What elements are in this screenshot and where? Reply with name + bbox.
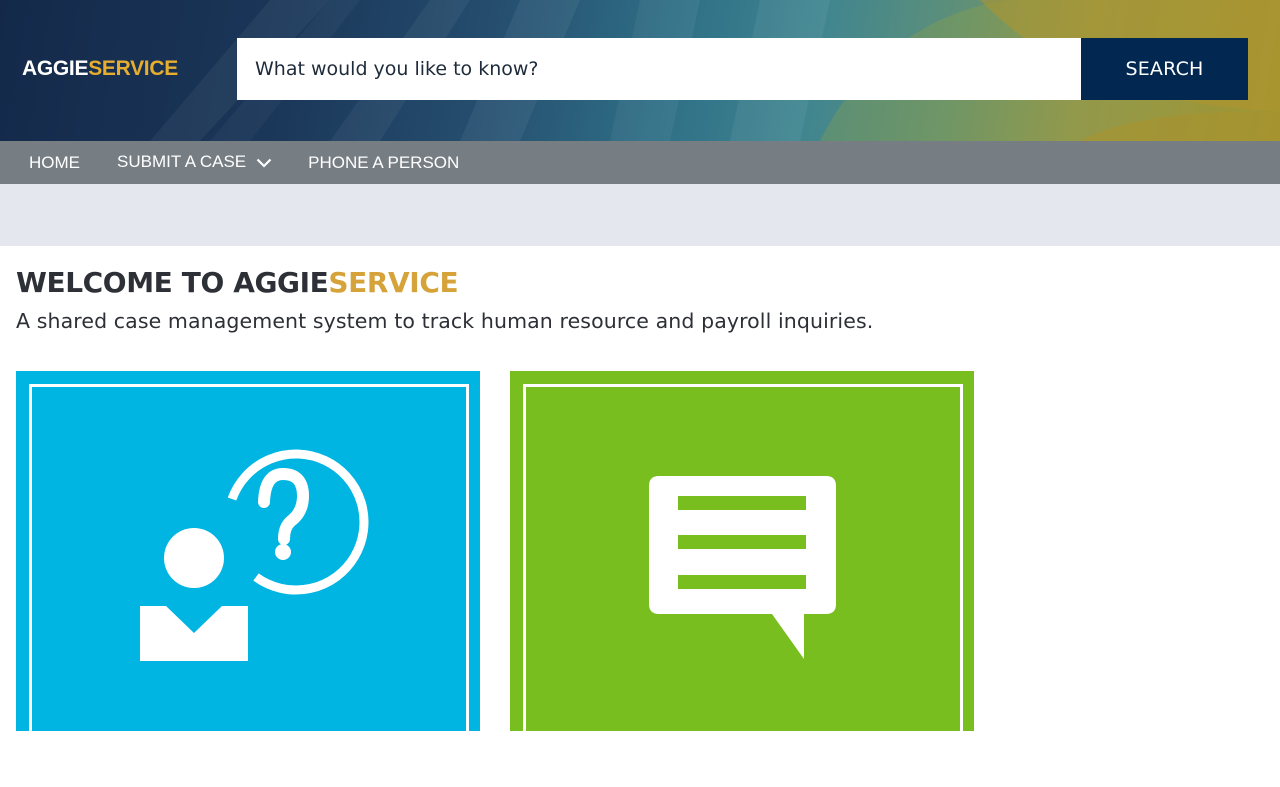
chevron-down-icon xyxy=(256,158,272,168)
search-bar: SEARCH xyxy=(237,38,1248,100)
chat-bubble-icon xyxy=(649,476,836,659)
nav-item-submit-a-case[interactable]: SUBMIT A CASE xyxy=(117,152,272,172)
page-title-part1: WELCOME TO AGGIE xyxy=(16,266,329,299)
site-logo[interactable]: AGGIESERVICE xyxy=(22,57,178,81)
nav-item-label: SUBMIT A CASE xyxy=(117,151,247,171)
site-header: AGGIESERVICE SEARCH xyxy=(0,0,1280,141)
page-subtitle: A shared case management system to track… xyxy=(16,309,874,333)
nav-item-home[interactable]: HOME xyxy=(29,153,80,173)
page-title-part2: SERVICE xyxy=(328,266,459,299)
nav-item-label: HOME xyxy=(29,152,80,172)
logo-text-service: SERVICE xyxy=(88,57,178,80)
main-nav: HOME SUBMIT A CASE PHONE A PERSON xyxy=(0,141,1280,184)
submit-case-tile[interactable] xyxy=(510,371,974,787)
nav-item-phone-a-person[interactable]: PHONE A PERSON xyxy=(308,153,459,173)
nav-item-label: PHONE A PERSON xyxy=(308,152,460,172)
person-question-icon xyxy=(140,449,369,661)
logo-text-aggie: AGGIE xyxy=(22,57,89,80)
page-title: WELCOME TO AGGIESERVICE xyxy=(16,266,459,299)
page-banner-band xyxy=(0,184,1280,246)
search-input[interactable] xyxy=(237,38,1081,100)
ask-question-tile[interactable] xyxy=(16,371,480,787)
search-button[interactable]: SEARCH xyxy=(1081,38,1248,100)
